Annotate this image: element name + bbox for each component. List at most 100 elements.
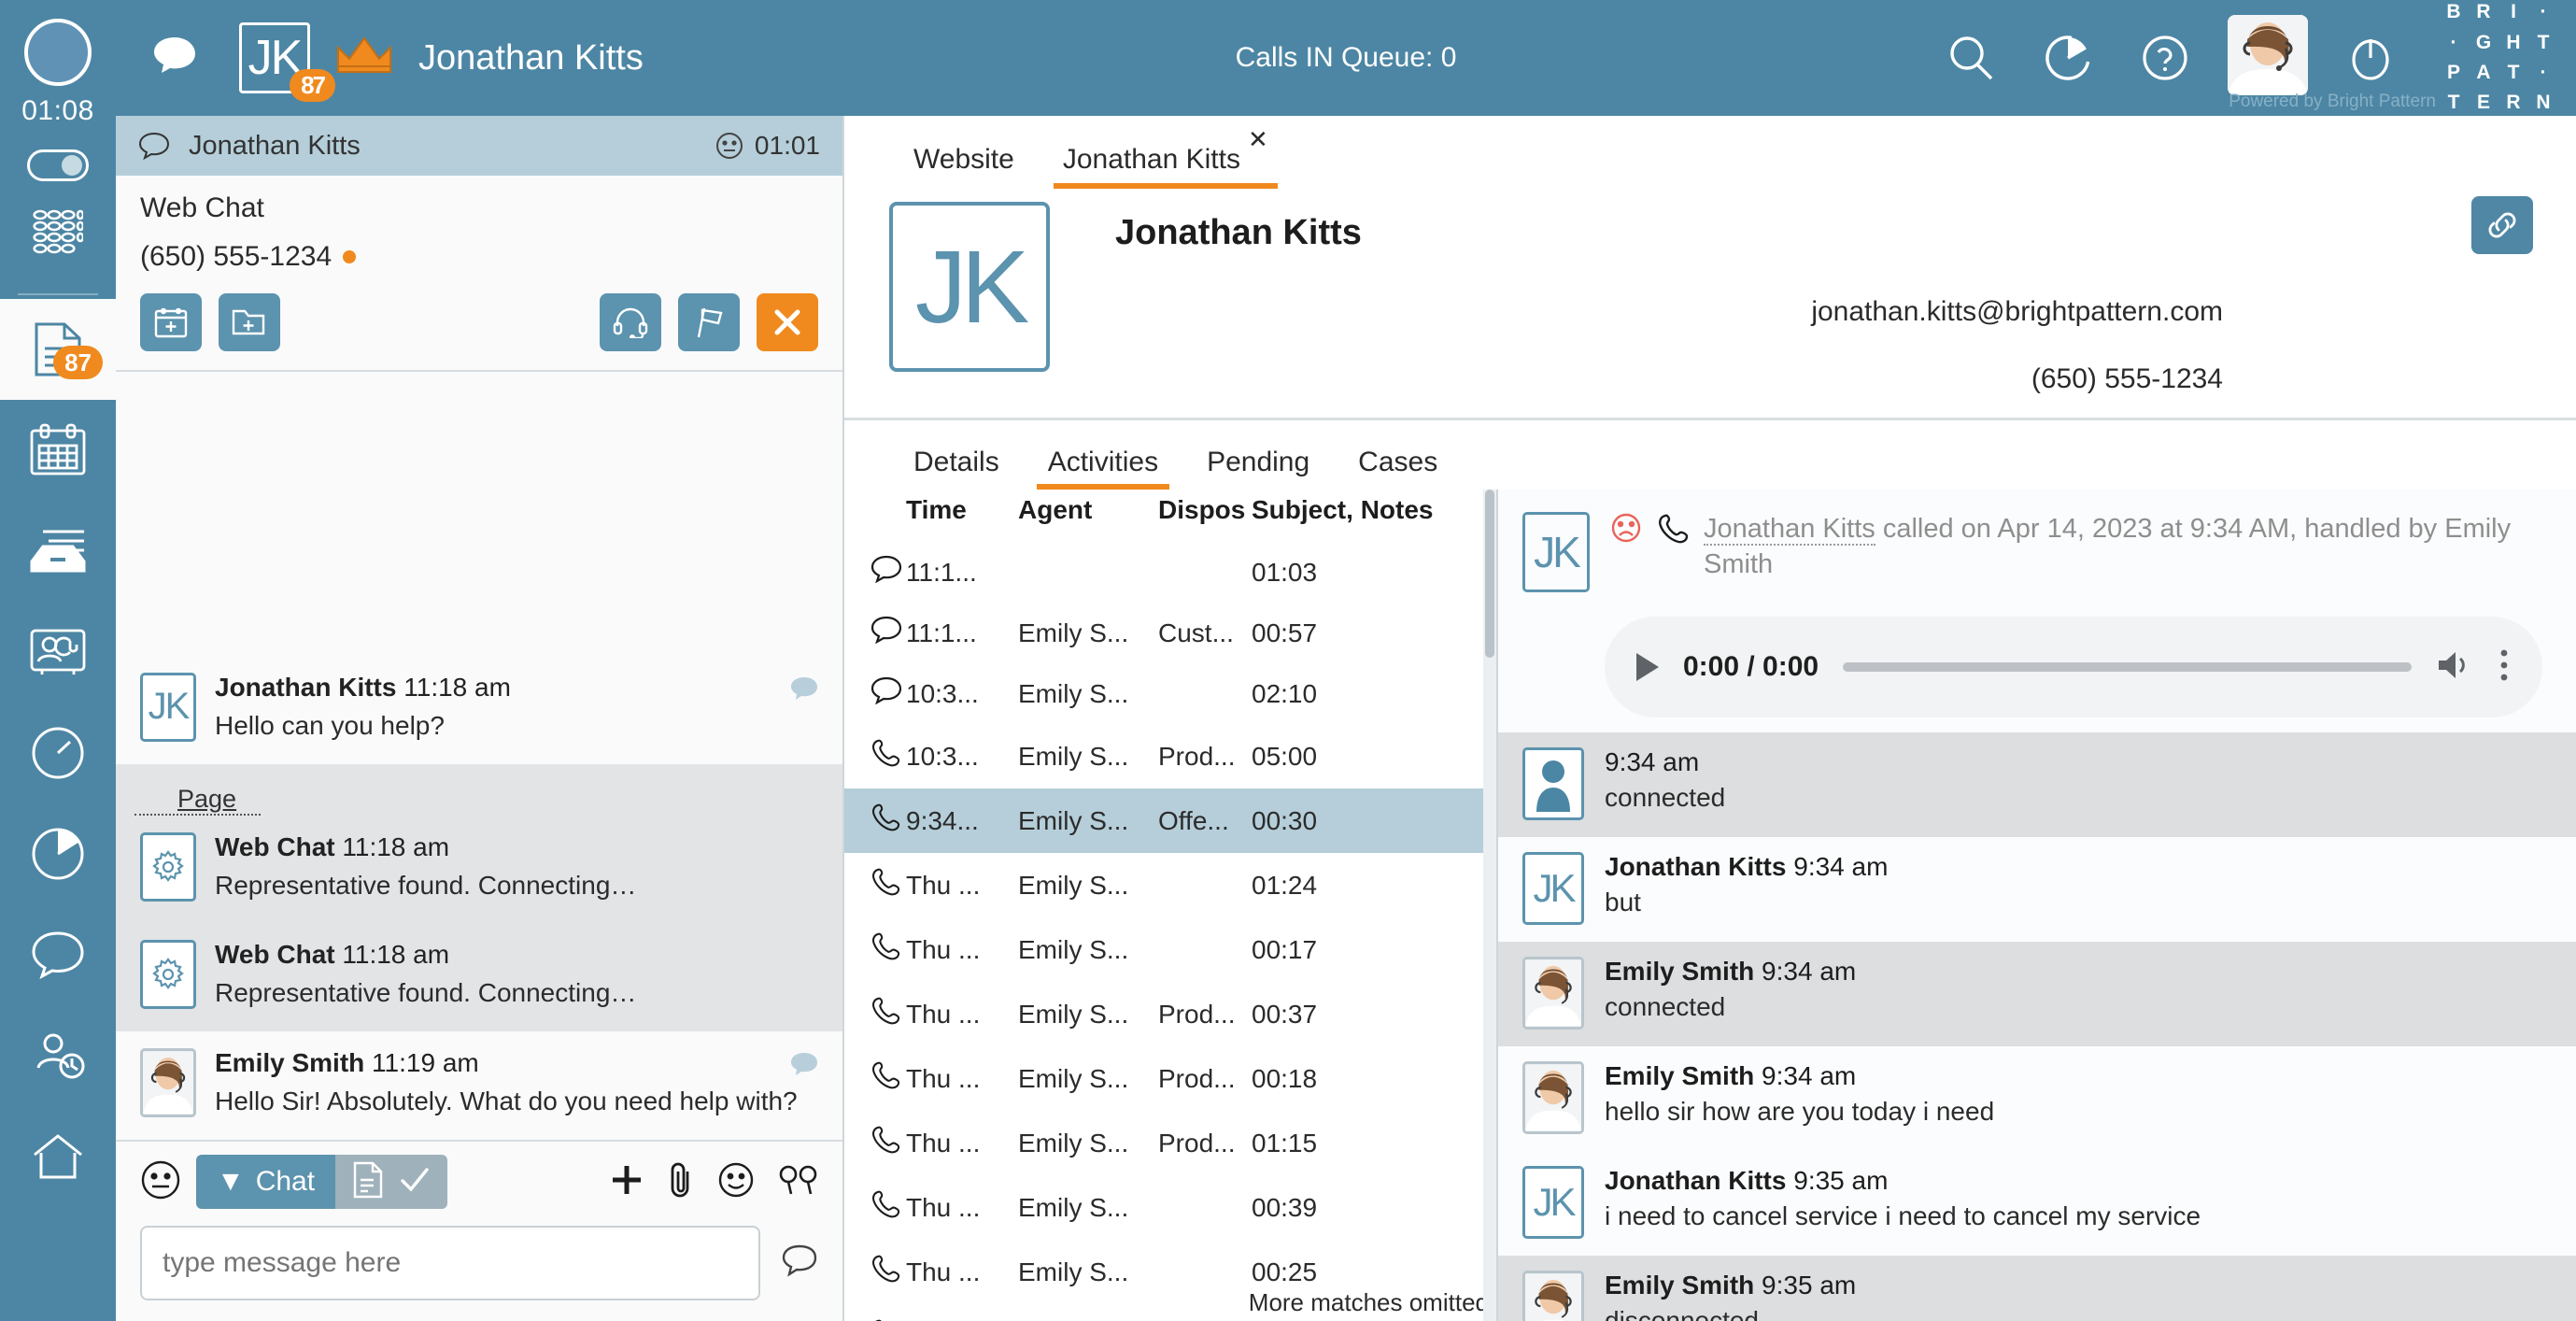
row-time: 11:1... [906, 542, 1018, 603]
row-agent: Emily S... [1018, 663, 1158, 724]
list-item[interactable]: Web Chat 11:18 am Representative found. … [116, 923, 842, 1031]
quote-icon[interactable] [779, 1164, 818, 1200]
table-row[interactable]: 10:3...Emily S...02:10 [844, 663, 1496, 724]
sidebar-item-agents[interactable] [0, 1005, 116, 1106]
row-disposition [1158, 917, 1252, 982]
list-item[interactable]: Emily Smith 9:34 amhello sir how are you… [1498, 1046, 2576, 1151]
row-channel-icon [844, 603, 906, 663]
detail-contact-link[interactable]: Jonathan Kitts [1704, 514, 1875, 546]
column-subject-notes[interactable]: Subject, Notes [1252, 490, 1496, 542]
sidebar-item-chat[interactable] [0, 904, 116, 1005]
table-row[interactable]: Thu ...Emily S...Prod...00:37 [844, 982, 1496, 1046]
list-item[interactable]: Emily Smith 11:19 am Hello Sir! Absolute… [116, 1031, 842, 1140]
new-case-icon[interactable] [219, 293, 280, 351]
list-item[interactable]: Web Chat 11:18 am Representative found. … [116, 816, 842, 924]
sidebar-item-cases[interactable]: 87 [0, 299, 116, 400]
sidebar-item-contacts[interactable] [0, 602, 116, 703]
interaction-title-bar[interactable]: Jonathan Kitts 01:01 [116, 116, 842, 176]
add-icon[interactable] [609, 1162, 644, 1202]
schedule-icon[interactable] [140, 293, 202, 351]
more-vertical-icon[interactable] [2498, 646, 2511, 689]
activities-scroll[interactable]: Time Agent Dispos Subject, Notes 11:1...… [844, 490, 1496, 1321]
sidebar-item-calendar[interactable] [0, 400, 116, 501]
list-item[interactable]: Emily Smith 9:34 amconnected [1498, 942, 2576, 1046]
column-agent[interactable]: Agent [1018, 490, 1158, 542]
agent-avatar-circle[interactable] [24, 19, 92, 86]
attach-icon[interactable] [669, 1160, 693, 1204]
avatar: JK [889, 202, 1050, 372]
document-icon[interactable] [352, 1161, 384, 1203]
table-row[interactable]: Thu ...Emily S...00:17 [844, 917, 1496, 982]
scrollbar-thumb[interactable] [1485, 490, 1494, 658]
volume-icon[interactable] [2436, 649, 2473, 686]
list-item[interactable]: 9:34 amconnected [1498, 732, 2576, 837]
headset-icon[interactable] [600, 293, 661, 351]
activities-scrollbar[interactable] [1483, 490, 1496, 1321]
row-time: 11:1... [906, 603, 1018, 663]
tab-activities[interactable]: Activities [1024, 420, 1182, 490]
chat-messages-scroll[interactable]: JK Jonathan Kitts 11:18 am Hello can you… [116, 372, 842, 1140]
list-item[interactable]: JK Jonathan Kitts 11:18 am Hello can you… [116, 656, 842, 764]
sidebar-item-inbox[interactable] [0, 501, 116, 602]
search-icon[interactable] [1922, 0, 2019, 116]
sidebar-item-keypad[interactable] [0, 181, 116, 282]
table-row[interactable]: Thu ...Emily S...Prod...00:18 [844, 1046, 1496, 1111]
row-time: Thu ... [906, 1240, 1018, 1304]
check-icon[interactable] [399, 1164, 431, 1200]
link-icon[interactable] [2471, 196, 2533, 254]
send-chat-icon[interactable] [781, 1244, 818, 1283]
call-transcript[interactable]: 9:34 amconnectedJKJonathan Kitts 9:34 am… [1498, 732, 2576, 1321]
avatar [1522, 1271, 1584, 1321]
table-row[interactable]: 11:1...Emily S...Cust...00:57 [844, 603, 1496, 663]
row-channel-icon [844, 982, 906, 1046]
list-item[interactable]: JKJonathan Kitts 9:34 ambut [1498, 837, 2576, 942]
brand-letter: I [2503, 0, 2524, 27]
table-row[interactable]: Thu ...Emily S...01:24 [844, 853, 1496, 917]
table-row[interactable]: Thu ...Emily S...Prod...01:15 [844, 1111, 1496, 1175]
left-rail: 01:08 87 [0, 0, 116, 1321]
audio-player[interactable]: 0:00 / 0:00 [1605, 617, 2542, 717]
tab-jonathan-kitts[interactable]: Jonathan Kitts ✕ [1039, 116, 1293, 189]
message-input[interactable] [140, 1226, 760, 1300]
tab-website[interactable]: Website [889, 116, 1039, 189]
availability-toggle[interactable] [27, 149, 89, 181]
neutral-face-icon[interactable] [140, 1159, 181, 1205]
message-header: Jonathan Kitts 9:35 am [1605, 1166, 2201, 1196]
avatar [1522, 747, 1584, 820]
list-item[interactable]: JKJonathan Kitts 9:35 ami need to cancel… [1498, 1151, 2576, 1256]
table-row[interactable]: 10:3...Emily S...Prod...05:00 [844, 724, 1496, 788]
sidebar-item-home[interactable] [0, 1106, 116, 1207]
message-text: Representative found. Connecting… [215, 975, 818, 1011]
flag-icon[interactable] [678, 293, 740, 351]
interaction-timer-wrap: 01:01 [715, 131, 820, 161]
composer-mode-group: ▼ Chat [196, 1155, 447, 1209]
column-time[interactable]: Time [906, 490, 1018, 542]
tab-pending[interactable]: Pending [1182, 420, 1334, 490]
close-icon[interactable]: ✕ [1248, 125, 1268, 154]
table-row[interactable]: 11:1...01:03 [844, 542, 1496, 603]
sidebar-item-dashboard[interactable] [0, 703, 116, 803]
emoji-icon[interactable] [717, 1161, 755, 1203]
pie-chart-icon[interactable] [2019, 0, 2116, 116]
composer-mode-chat[interactable]: ▼ Chat [196, 1155, 335, 1209]
list-item[interactable]: Emily Smith 9:35 amdisconnected [1498, 1256, 2576, 1321]
message-header: Jonathan Kitts 11:18 am [215, 673, 818, 703]
help-icon[interactable] [2116, 0, 2214, 116]
table-row[interactable]: 9:34...Emily S...Offe...00:30 [844, 788, 1496, 853]
tab-cases[interactable]: Cases [1334, 420, 1462, 490]
message-time: 11:19 am [372, 1048, 479, 1077]
row-subject: 01:15 [1252, 1111, 1496, 1175]
column-disposition[interactable]: Dispos [1158, 490, 1252, 542]
sidebar-item-reports[interactable] [0, 803, 116, 904]
column-icon [844, 490, 906, 542]
player-progress-bar[interactable] [1843, 662, 2412, 672]
row-time: Thu ... [906, 1175, 1018, 1240]
row-subject: 00:39 [1252, 1175, 1496, 1240]
header-chat-icon[interactable] [153, 36, 196, 80]
row-disposition: Prod... [1158, 724, 1252, 788]
end-chat-icon[interactable] [757, 293, 818, 351]
play-icon[interactable] [1636, 653, 1659, 681]
activities-table: Time Agent Dispos Subject, Notes 11:1...… [844, 490, 1496, 1321]
table-row[interactable]: Thu ...Emily S...00:39 [844, 1175, 1496, 1240]
tab-details[interactable]: Details [889, 420, 1024, 490]
